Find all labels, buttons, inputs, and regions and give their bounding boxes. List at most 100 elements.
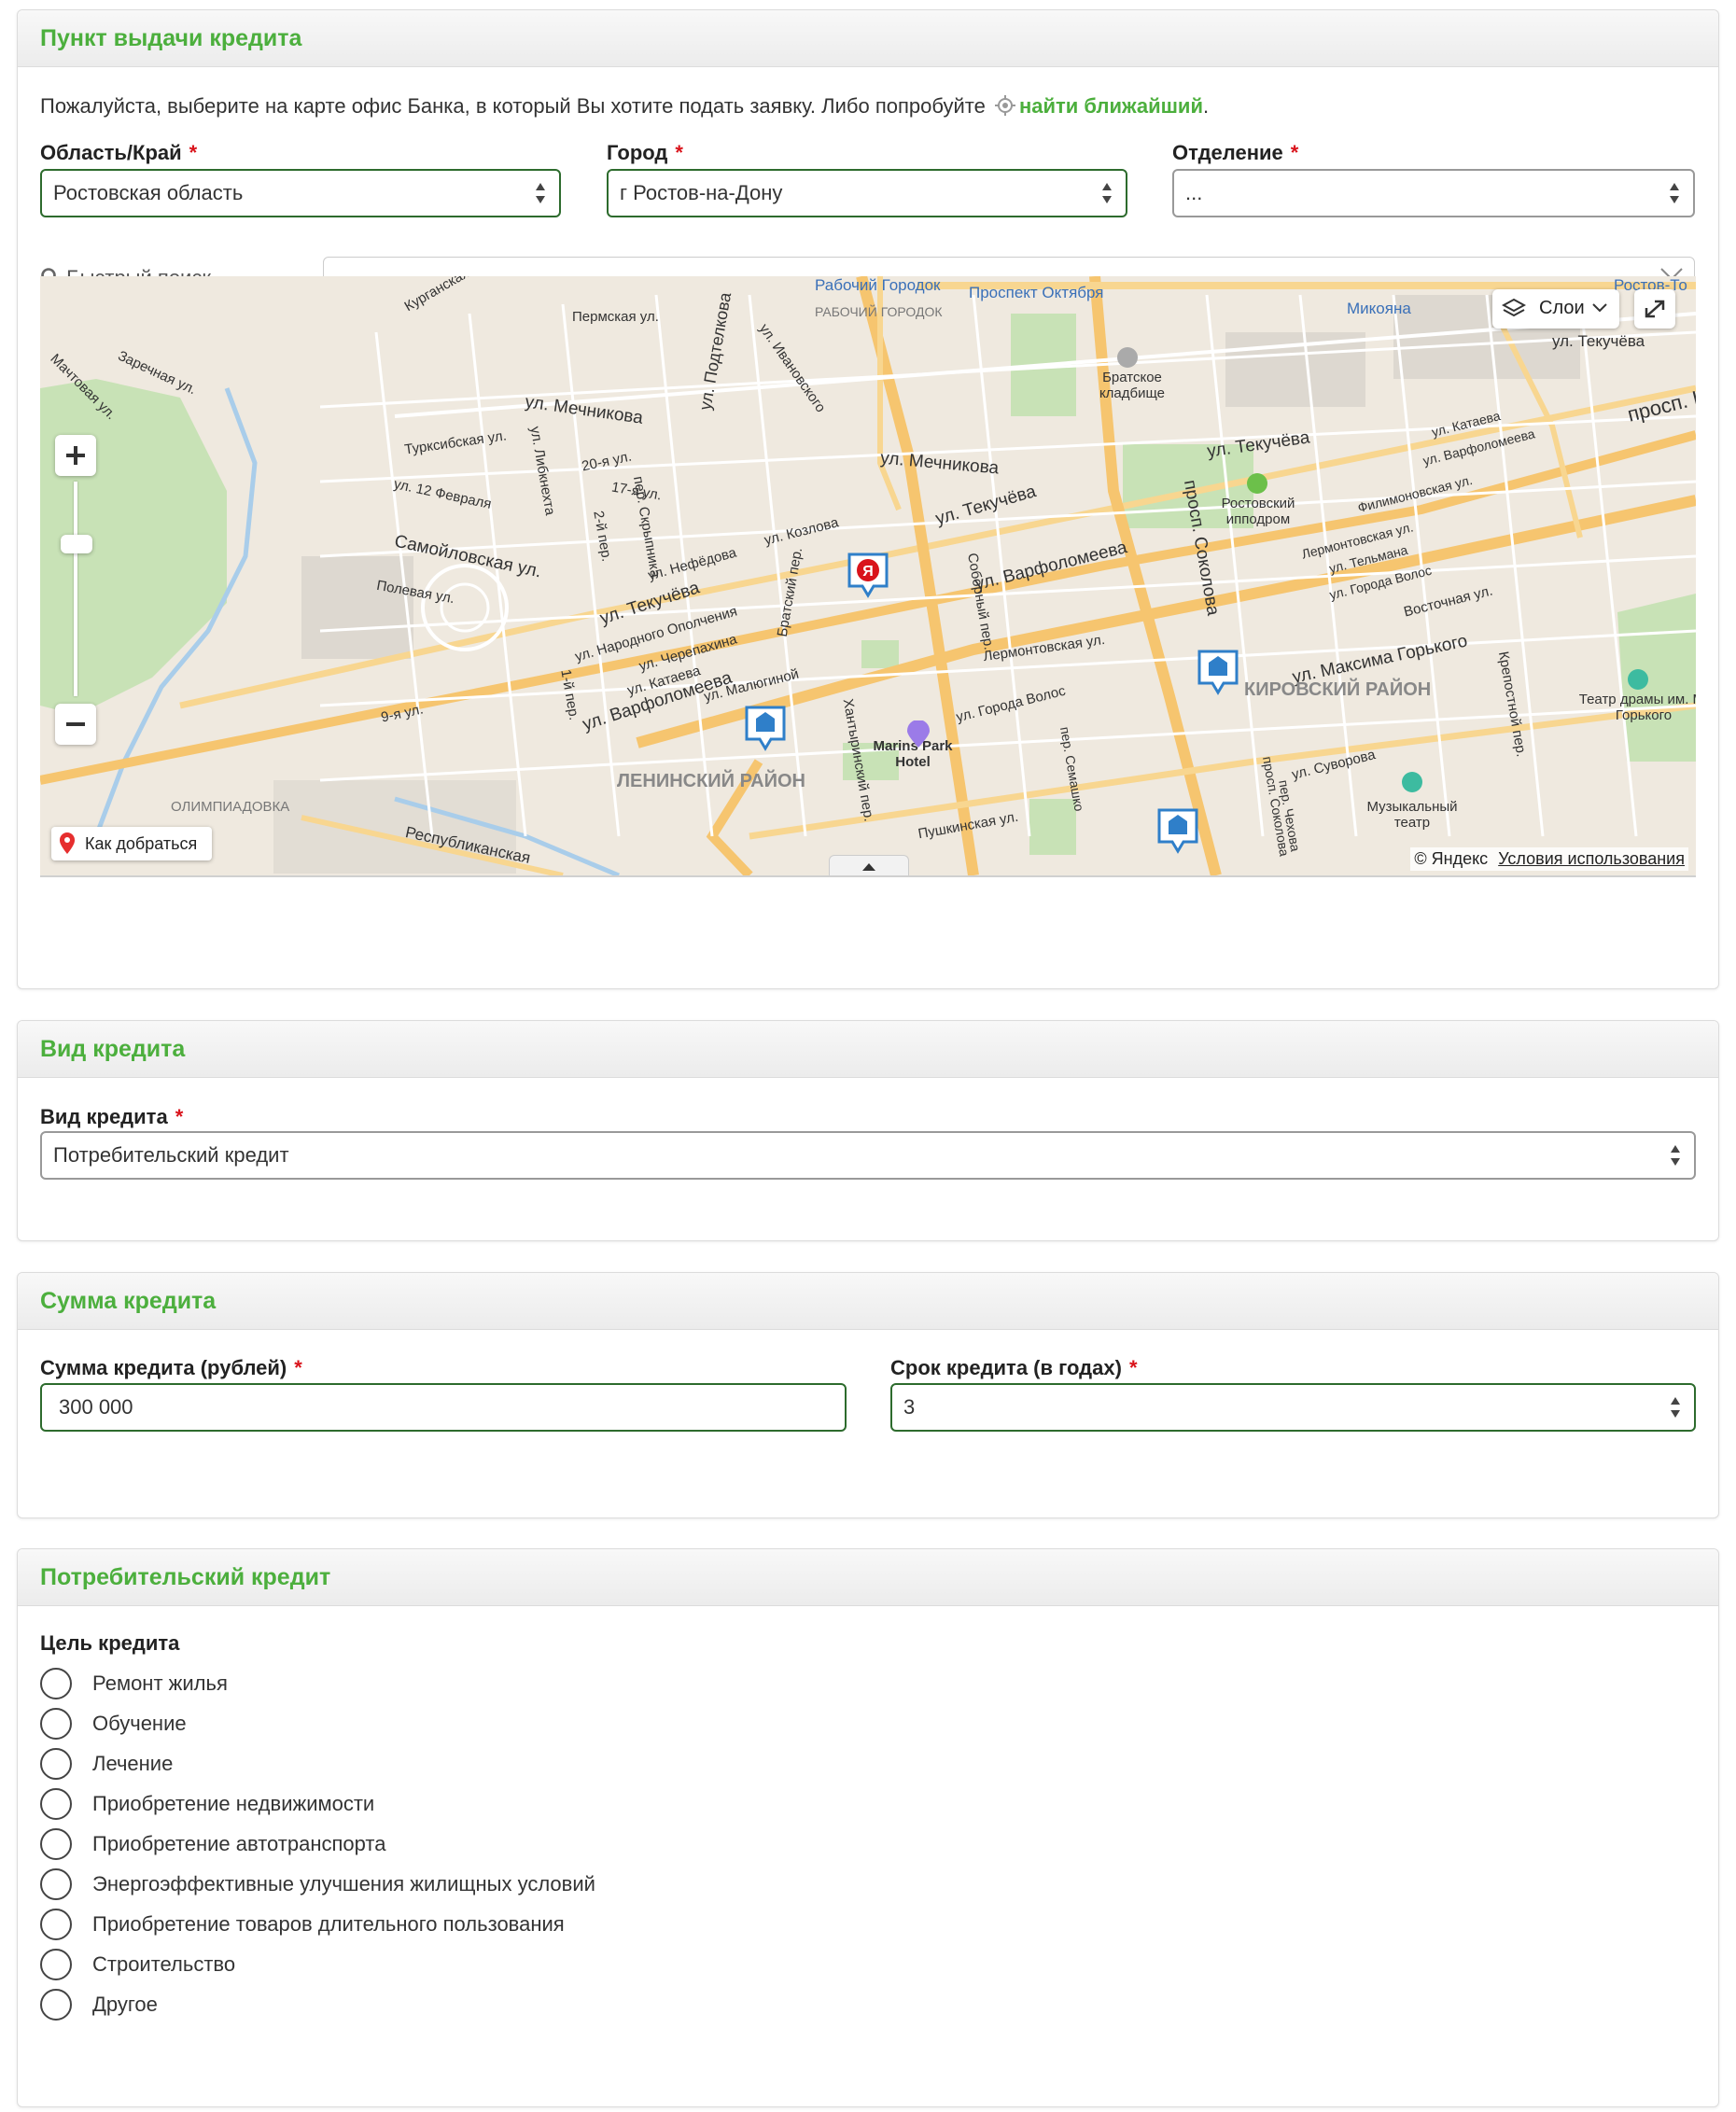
hotel-pin-icon	[906, 720, 931, 748]
radio-button[interactable]	[40, 1909, 72, 1940]
map-label: РАБОЧИЙ ГОРОДОК	[815, 304, 943, 319]
amount-panel-header: Сумма кредита	[18, 1273, 1718, 1330]
map-copyright: © Яндекс Условия использования	[1410, 847, 1688, 871]
city-label-row: Город *	[607, 141, 683, 165]
radio-button[interactable]	[40, 1949, 72, 1980]
credit-type-label-row: Вид кредита *	[40, 1105, 183, 1129]
purpose-option-label: Приобретение автотранспорта	[92, 1832, 386, 1855]
radio-button[interactable]	[40, 1788, 72, 1820]
map-label: Микояна	[1347, 300, 1411, 317]
bank-marker-icon[interactable]	[1157, 808, 1198, 855]
layers-button[interactable]: Слои	[1492, 289, 1619, 329]
credit-type-select-value: Потребительский кредит	[53, 1143, 289, 1167]
bank-marker-icon[interactable]	[1197, 650, 1239, 696]
amount-input[interactable]: 300 000	[40, 1383, 847, 1432]
svg-text:Я: Я	[862, 564, 874, 580]
credit-type-panel-title: Вид кредита	[40, 1036, 186, 1062]
theatre-pin-icon	[1627, 668, 1649, 691]
intro-text-body: Пожалуйста, выберите на карте офис Банка…	[40, 94, 986, 118]
term-select[interactable]: 3	[890, 1383, 1696, 1432]
consumer-panel-header: Потребительский кредит	[18, 1549, 1718, 1606]
layers-icon	[1501, 298, 1527, 320]
zoom-in-button[interactable]	[55, 435, 96, 476]
select-arrows-icon	[1669, 182, 1680, 204]
route-label: Как добраться	[85, 834, 198, 853]
radio-button[interactable]	[40, 1868, 72, 1900]
credit-type-panel: Вид кредита Вид кредита * Потребительский…	[17, 1020, 1719, 1241]
credit-type-select[interactable]: Потребительский кредит	[40, 1131, 1696, 1180]
branch-select[interactable]: ...	[1172, 169, 1695, 217]
amount-panel: Сумма кредита Сумма кредита (рублей) * 30…	[17, 1272, 1719, 1518]
zoom-slider[interactable]	[74, 482, 77, 696]
chevron-down-icon	[1591, 301, 1608, 314]
credit-type-panel-header: Вид кредита	[18, 1021, 1718, 1078]
map-label: Ростовский ипподром	[1221, 496, 1295, 527]
required-mark: *	[1128, 1356, 1138, 1379]
term-label-row: Срок кредита (в годах) *	[890, 1356, 1138, 1380]
purpose-option-label: Лечение	[92, 1752, 174, 1775]
purpose-option-label: Приобретение недвижимости	[92, 1792, 375, 1815]
plus-icon	[66, 446, 85, 465]
purpose-option-label: Строительство	[92, 1952, 236, 1976]
city-label: Город	[607, 141, 668, 164]
map-label: КИРОВСКИЙ РАЙОН	[1244, 679, 1432, 700]
fullscreen-button[interactable]	[1634, 289, 1675, 329]
amount-label-row: Сумма кредита (рублей) *	[40, 1356, 302, 1380]
bank-marker-icon[interactable]	[745, 706, 786, 752]
map-label: Проспект Октября	[969, 284, 1104, 301]
region-label-row: Область/Край *	[40, 141, 197, 165]
map-pin-icon	[59, 832, 76, 855]
branch-label-row: Отделение *	[1172, 141, 1298, 165]
current-location-marker-icon[interactable]: Я	[847, 552, 889, 601]
select-arrows-icon	[1670, 1396, 1681, 1419]
radio-button[interactable]	[40, 1989, 72, 2021]
radio-button[interactable]	[40, 1828, 72, 1860]
intro-end: .	[1202, 94, 1210, 118]
theatre-pin-icon	[1401, 771, 1423, 793]
city-select[interactable]: г Ростов-на-Дону	[607, 169, 1127, 217]
locate-icon	[994, 95, 1015, 116]
office-map[interactable]: ул. Мечникова ул. Мечникова ул. Текучёва…	[40, 276, 1696, 877]
branch-select-value: ...	[1185, 181, 1203, 204]
map-label: Театр драмы им. М. Горького	[1578, 692, 1696, 723]
zoom-out-button[interactable]	[55, 704, 96, 745]
radio-button[interactable]	[40, 1708, 72, 1740]
required-mark: *	[189, 141, 198, 164]
radio-button[interactable]	[40, 1748, 72, 1780]
select-arrows-icon	[535, 182, 546, 204]
zoom-slider-handle[interactable]	[61, 535, 92, 553]
amount-panel-title: Сумма кредита	[40, 1288, 217, 1314]
radio-button[interactable]	[40, 1668, 72, 1699]
layers-label: Слои	[1539, 298, 1585, 318]
required-mark: *	[1290, 141, 1299, 164]
consumer-panel-title: Потребительский кредит	[40, 1564, 331, 1590]
copyright-text: © Яндекс	[1414, 849, 1489, 868]
region-select[interactable]: Ростовская область	[40, 169, 561, 217]
city-select-value: г Ростов-на-Дону	[620, 181, 783, 204]
credit-type-label: Вид кредита	[40, 1105, 168, 1128]
select-arrows-icon	[1670, 1144, 1681, 1167]
map-label: Рабочий Городок	[815, 276, 941, 294]
collapse-map-tab[interactable]	[829, 855, 909, 875]
office-panel-header: Пункт выдачи кредита	[18, 10, 1718, 67]
map-label: Музыкальный театр	[1366, 799, 1458, 831]
region-label: Область/Край	[40, 141, 182, 164]
expand-icon	[1645, 300, 1665, 318]
map-label: ЛЕНИНСКИЙ РАЙОН	[617, 771, 805, 791]
route-button[interactable]: Как добраться	[51, 827, 212, 860]
consumer-panel: Потребительский кредит Цель кредита Ремо…	[17, 1548, 1719, 2107]
term-label: Срок кредита (в годах)	[890, 1356, 1122, 1379]
office-panel: Пункт выдачи кредита Пожалуйста, выберит…	[17, 9, 1719, 989]
region-select-value: Ростовская область	[53, 181, 244, 204]
required-mark: *	[175, 1105, 184, 1128]
cemetery-pin-icon	[1116, 346, 1139, 369]
find-nearest-link[interactable]: найти ближайший	[1019, 94, 1203, 118]
office-panel-title: Пункт выдачи кредита	[40, 25, 302, 51]
map-label: ул. Текучёва	[1552, 332, 1645, 350]
map-label: Братское кладбище	[1099, 370, 1166, 401]
purpose-option-label: Приобретение товаров длительного пользов…	[92, 1912, 565, 1936]
amount-input-value: 300 000	[59, 1395, 133, 1419]
select-arrows-icon	[1101, 182, 1113, 204]
map-label: Пермская ул.	[572, 309, 659, 325]
terms-link[interactable]: Условия использования	[1498, 849, 1685, 868]
